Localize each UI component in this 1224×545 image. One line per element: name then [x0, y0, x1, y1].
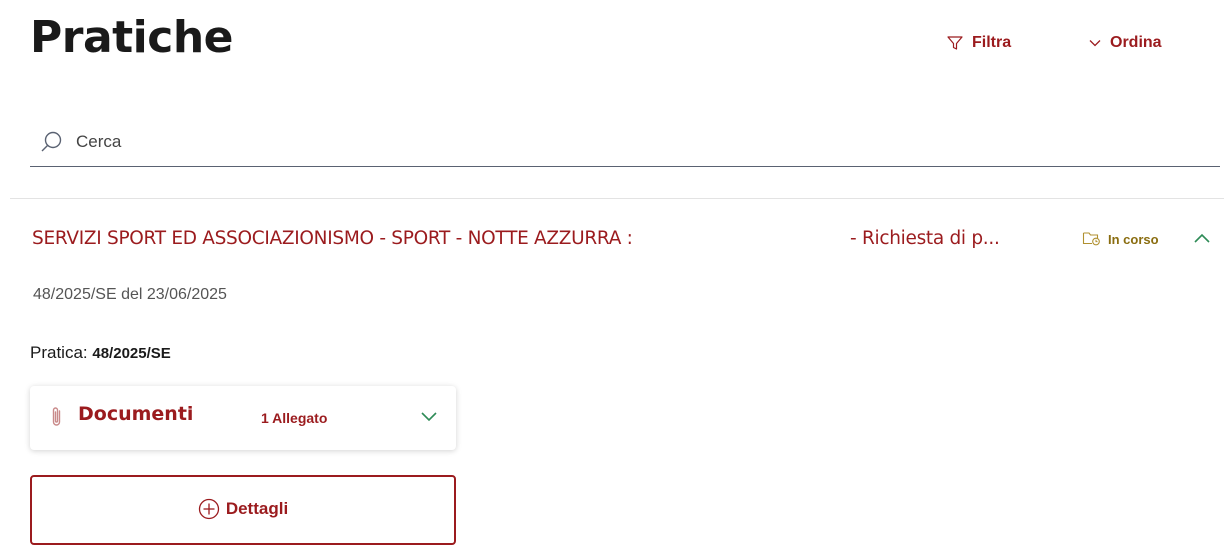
page-title: Pratiche	[30, 12, 234, 63]
order-button[interactable]: Ordina	[1088, 30, 1162, 56]
details-button[interactable]: Dettagli	[30, 475, 456, 545]
case-subtitle: 48/2025/SE del 23/06/2025	[33, 286, 227, 303]
chevron-down-icon	[420, 410, 438, 428]
filter-button[interactable]: Filtra	[946, 30, 1011, 56]
chevron-up-icon	[1193, 231, 1211, 249]
pratica-line: Pratica: 48/2025/SE	[30, 343, 171, 363]
pratica-label: Pratica:	[30, 343, 88, 362]
search-icon	[40, 130, 64, 154]
plus-circle-icon	[198, 498, 220, 542]
filter-label: Filtra	[972, 34, 1012, 51]
status-label: In corso	[1108, 232, 1159, 247]
documents-label: Documenti	[78, 403, 194, 425]
folder-status-icon	[1082, 230, 1102, 249]
search-input[interactable]	[76, 132, 1176, 152]
paperclip-icon	[50, 405, 64, 434]
search-bar	[30, 118, 1220, 167]
case-title[interactable]: SERVIZI SPORT ED ASSOCIAZIONISMO - SPORT…	[32, 228, 633, 249]
pratica-value: 48/2025/SE	[92, 345, 171, 362]
chevron-down-icon	[1088, 36, 1102, 50]
status-badge: In corso	[1082, 230, 1159, 249]
details-label: Dettagli	[225, 499, 289, 518]
case-title-suffix[interactable]: - Richiesta di p...	[850, 228, 1000, 249]
divider	[10, 198, 1224, 199]
order-label: Ordina	[1110, 34, 1162, 51]
attachment-count: 1 Allegato	[261, 410, 328, 426]
collapse-button[interactable]	[1191, 230, 1213, 250]
filter-icon	[946, 34, 964, 52]
documents-accordion[interactable]: Documenti 1 Allegato	[30, 386, 456, 450]
